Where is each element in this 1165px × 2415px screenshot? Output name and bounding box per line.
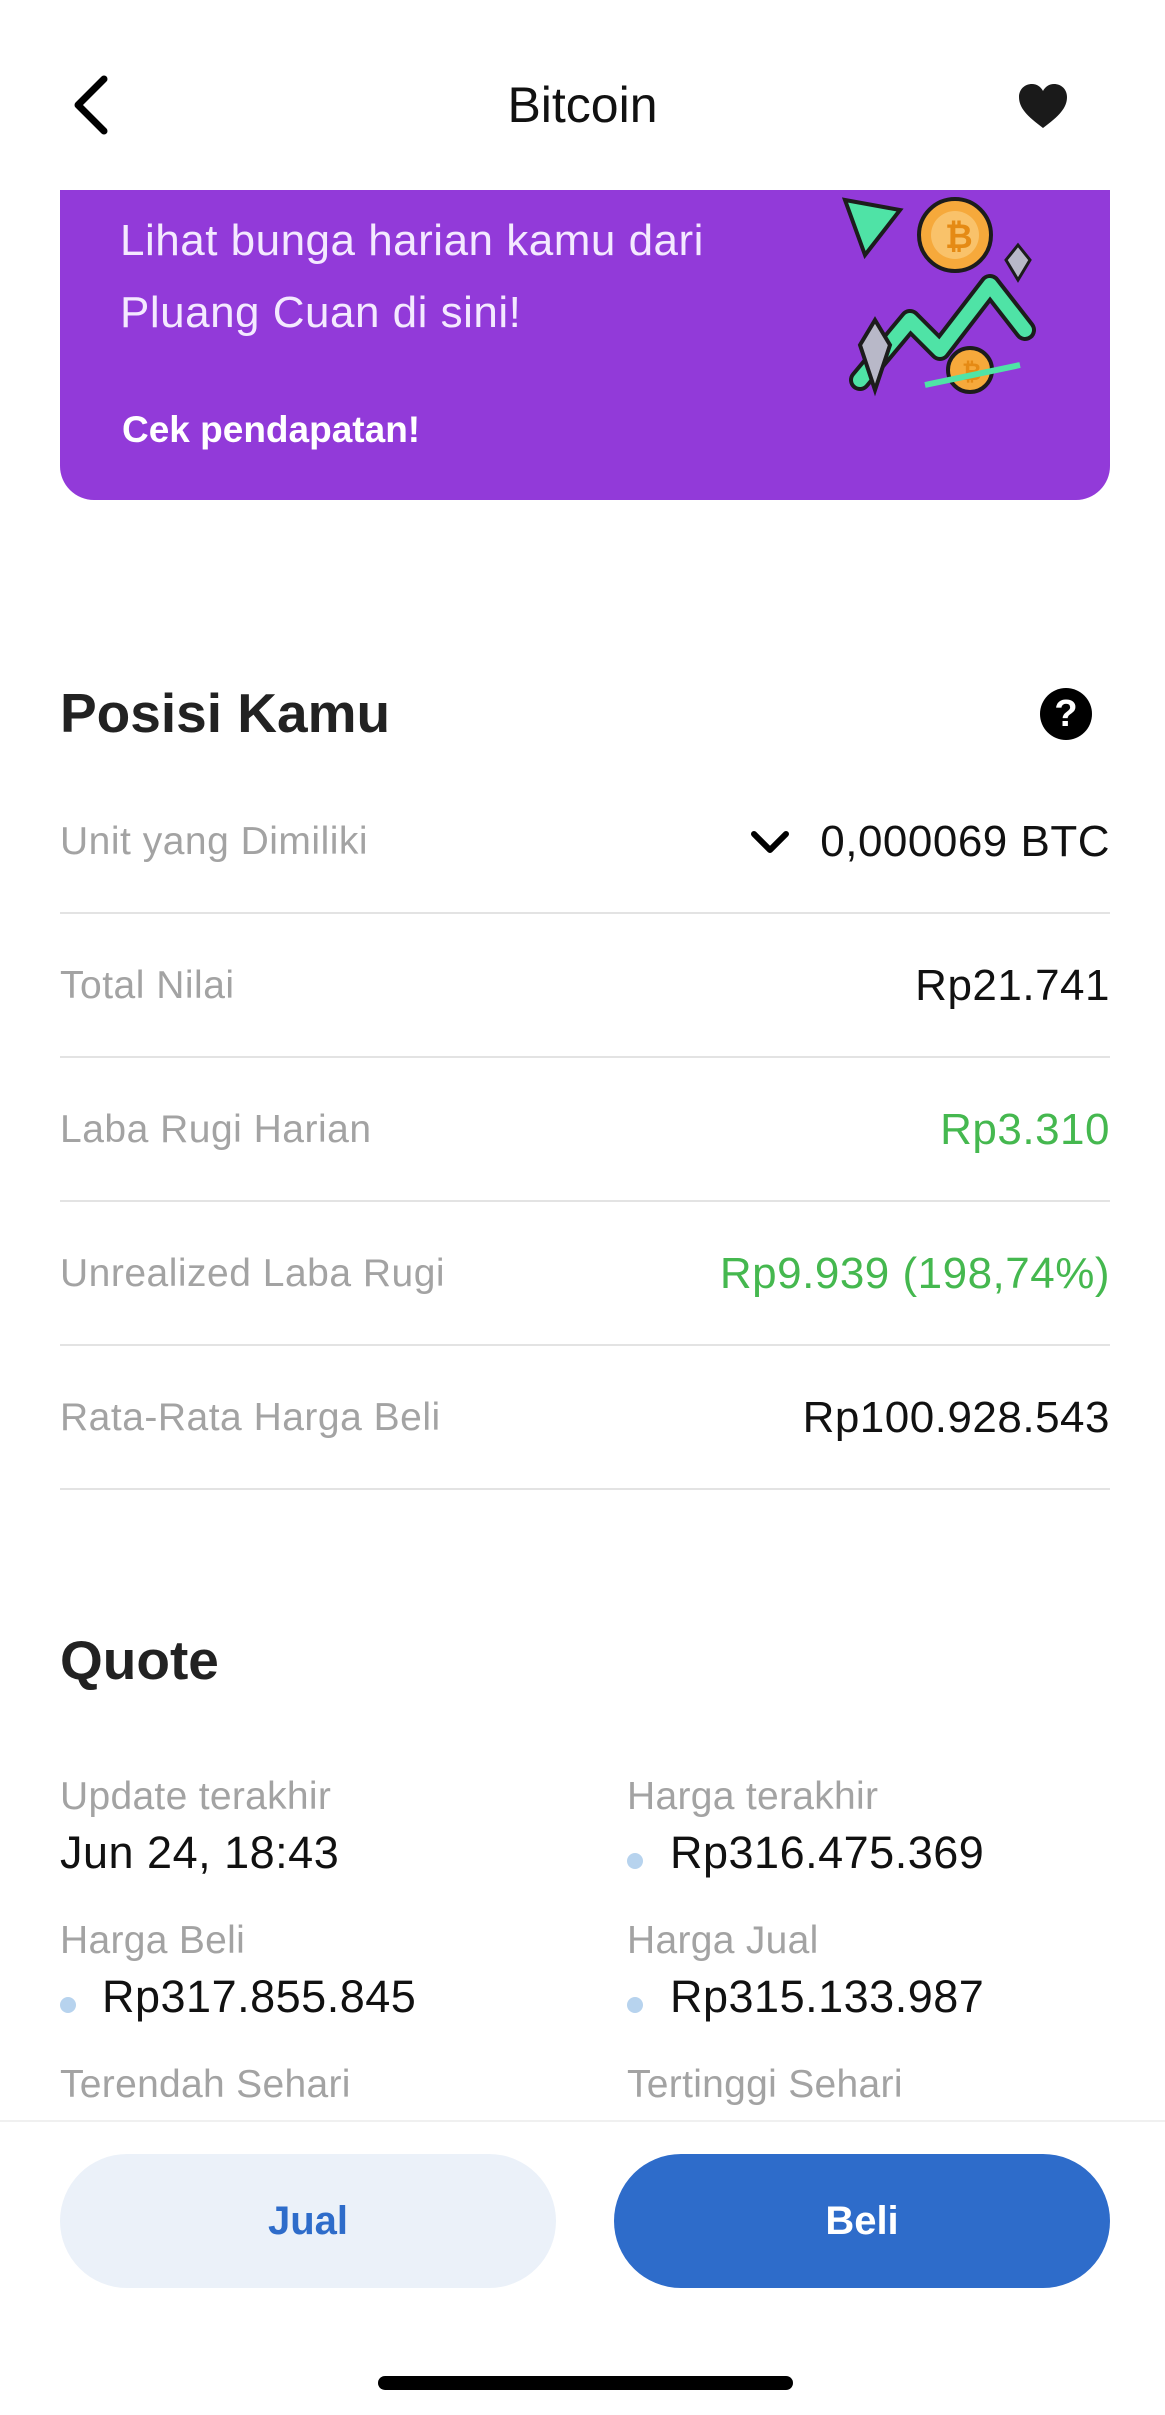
chevron-down-icon[interactable]	[750, 829, 790, 855]
position-row-units[interactable]: Unit yang Dimiliki 0,000069 BTC	[60, 770, 1110, 914]
daily-pnl-value: Rp3.310	[940, 1105, 1110, 1154]
sell-price-value: Rp315.133.987	[670, 1971, 985, 2022]
units-owned-text: 0,000069 BTC	[820, 817, 1110, 866]
bottom-action-bar: Jual Beli	[0, 2120, 1165, 2415]
crypto-growth-chart-icon: ₿ ₿	[841, 197, 1036, 397]
heart-icon	[1019, 84, 1067, 128]
day-high-label: Tertinggi Sehari	[627, 2063, 903, 2106]
avg-buy-price-label: Rata-Rata Harga Beli	[60, 1396, 441, 1439]
promo-text: Lihat bunga harian kamu dari Pluang Cuan…	[120, 205, 820, 349]
daily-pnl-label: Laba Rugi Harian	[60, 1108, 372, 1151]
position-row-unrealized-pnl: Unrealized Laba Rugi Rp9.939 (198,74%)	[60, 1202, 1110, 1346]
avg-buy-price-value: Rp100.928.543	[802, 1393, 1110, 1442]
page-title: Bitcoin	[507, 77, 658, 133]
buy-price-label: Harga Beli	[60, 1919, 246, 1962]
sell-price-label: Harga Jual	[627, 1919, 819, 1962]
last-price-label: Harga terakhir	[627, 1775, 879, 1818]
promo-banner[interactable]: Lihat bunga harian kamu dari Pluang Cuan…	[60, 150, 1110, 500]
sell-price-dot	[627, 1997, 643, 2013]
last-update-label: Update terakhir	[60, 1775, 332, 1818]
units-owned-label: Unit yang Dimiliki	[60, 820, 369, 863]
top-app-bar: Bitcoin	[0, 0, 1165, 190]
unrealized-pnl-label: Unrealized Laba Rugi	[60, 1252, 446, 1295]
units-owned-value: 0,000069 BTC	[750, 770, 1110, 914]
buy-price-value: Rp317.855.845	[102, 1971, 417, 2022]
svg-text:₿: ₿	[945, 217, 973, 257]
promo-text-line2: Pluang Cuan di sini!	[120, 288, 522, 337]
position-row-daily-pnl: Laba Rugi Harian Rp3.310	[60, 1058, 1110, 1202]
position-section-title: Posisi Kamu	[60, 682, 391, 744]
buy-price-dot	[60, 1997, 76, 2013]
favorite-button[interactable]	[1015, 78, 1071, 134]
total-value-label: Total Nilai	[60, 964, 235, 1007]
day-low-label: Terendah Sehari	[60, 2063, 351, 2106]
position-row-total-value: Total Nilai Rp21.741	[60, 914, 1110, 1058]
help-icon[interactable]: ?	[1040, 688, 1092, 740]
position-row-avg-buy-price: Rata-Rata Harga Beli Rp100.928.543	[60, 1346, 1110, 1490]
check-earnings-link[interactable]: Cek pendapatan!	[122, 405, 420, 455]
unrealized-pnl-value: Rp9.939 (198,74%)	[719, 1249, 1110, 1298]
promo-text-line1: Lihat bunga harian kamu dari	[120, 216, 704, 265]
last-price-dot	[627, 1853, 643, 1869]
home-indicator[interactable]	[378, 2376, 793, 2390]
buy-button[interactable]: Beli	[614, 2154, 1110, 2288]
quote-section-title: Quote	[60, 1629, 219, 1691]
last-price-value: Rp316.475.369	[670, 1827, 985, 1878]
asset-detail-screen: Lihat bunga harian kamu dari Pluang Cuan…	[0, 0, 1165, 2415]
last-update-value: Jun 24, 18:43	[60, 1827, 340, 1878]
sell-button[interactable]: Jual	[60, 2154, 556, 2288]
total-value-value: Rp21.741	[915, 961, 1110, 1010]
